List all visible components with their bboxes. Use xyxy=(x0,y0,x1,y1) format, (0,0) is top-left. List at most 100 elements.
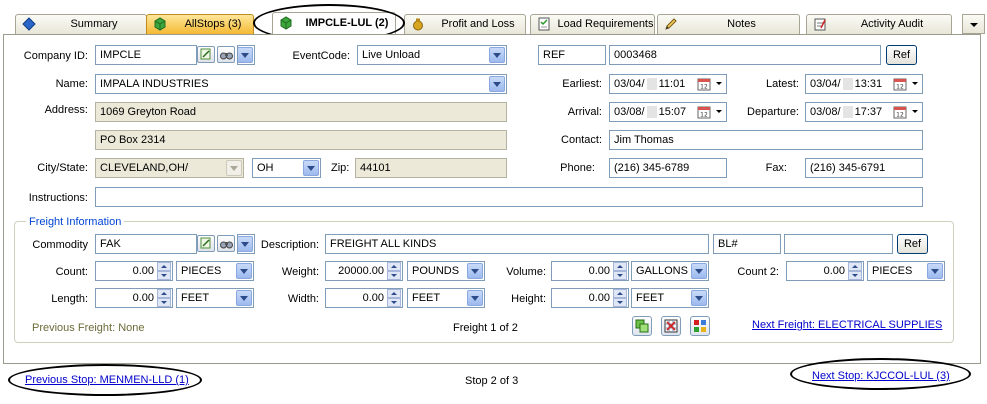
company-edit-button[interactable] xyxy=(197,46,215,63)
redacted-year xyxy=(646,106,657,119)
width-unit-select[interactable]: FEET xyxy=(407,288,485,308)
bl-type-field[interactable]: BL# xyxy=(713,234,781,254)
tab-label: Summary xyxy=(70,18,118,30)
chevron-down-icon[interactable] xyxy=(715,108,723,114)
tab-activity-audit[interactable]: Activity Audit xyxy=(806,14,952,34)
address-label: Address: xyxy=(44,104,88,116)
calendar-icon[interactable]: 12 xyxy=(697,77,712,91)
spin-up-icon[interactable] xyxy=(613,289,627,298)
arrival-label: Arrival: xyxy=(567,106,602,118)
city-state-value: CLEVELAND,OH/ xyxy=(100,162,189,174)
ref-button[interactable]: Ref xyxy=(886,45,917,65)
edit-note-icon xyxy=(200,48,211,60)
weight-label: Weight: xyxy=(281,266,319,278)
spin-down-icon[interactable] xyxy=(848,271,862,280)
next-freight-link[interactable]: Next Freight: ELECTRICAL SUPPLIES xyxy=(752,319,942,331)
count-field[interactable]: 0.00 xyxy=(95,261,173,281)
zip-field: 44101 xyxy=(355,158,507,178)
spin-up-icon[interactable] xyxy=(613,262,627,271)
chevron-down-icon[interactable] xyxy=(911,80,919,86)
money-bag-icon xyxy=(413,18,423,31)
commodity-dropdown[interactable] xyxy=(237,234,255,254)
tab-profit-and-loss[interactable]: Profit and Loss xyxy=(404,14,526,34)
spin-down-icon[interactable] xyxy=(613,298,627,307)
chevron-down-icon[interactable] xyxy=(911,108,919,114)
tab-allstops[interactable]: AllStops (3) xyxy=(146,14,254,34)
instructions-field[interactable] xyxy=(95,187,923,207)
calendar-icon[interactable]: 12 xyxy=(893,105,908,119)
spin-up-icon[interactable] xyxy=(157,262,171,271)
calendar-icon[interactable]: 12 xyxy=(697,105,712,119)
volume-unit-select[interactable]: GALLONS xyxy=(631,261,709,281)
count2-unit-select[interactable]: PIECES xyxy=(867,261,945,281)
count-unit-select[interactable]: PIECES xyxy=(176,261,254,281)
highlight-ellipse-previous-stop xyxy=(8,364,202,396)
tab-overflow-menu-button[interactable] xyxy=(962,14,985,34)
spin-up-icon[interactable] xyxy=(387,289,401,298)
spin-down-icon[interactable] xyxy=(387,298,401,307)
freight-grid-button[interactable] xyxy=(690,316,710,336)
chevron-down-icon xyxy=(238,236,253,252)
phone-field[interactable]: (216) 345-6789 xyxy=(609,158,727,178)
company-id-field[interactable]: IMPCLE xyxy=(95,45,197,65)
copy-freight-button[interactable] xyxy=(632,316,652,336)
tab-load-requirements[interactable]: Load Requirements xyxy=(530,14,655,34)
spin-down-icon[interactable] xyxy=(157,271,171,280)
contact-field[interactable]: Jim Thomas xyxy=(609,130,923,150)
chevron-down-icon xyxy=(236,263,252,279)
weight-field[interactable]: 20000.00 xyxy=(325,261,403,281)
freight-ref-button[interactable]: Ref xyxy=(897,234,928,254)
description-field[interactable]: FREIGHT ALL KINDS xyxy=(325,234,709,254)
length-unit-select[interactable]: FEET xyxy=(176,288,254,308)
phone-label: Phone: xyxy=(560,162,595,174)
earliest-label: Earliest: xyxy=(562,78,602,90)
company-id-dropdown[interactable] xyxy=(237,45,255,65)
tab-label: Profit and Loss xyxy=(441,18,515,30)
state-select[interactable]: OH xyxy=(252,158,321,178)
width-field[interactable]: 0.00 xyxy=(325,288,403,308)
chevron-down-icon xyxy=(691,263,707,279)
latest-time: 13:31 xyxy=(854,78,883,90)
commodity-lookup-button[interactable] xyxy=(217,235,235,252)
svg-text:12: 12 xyxy=(700,112,708,119)
svg-text:12: 12 xyxy=(896,112,904,119)
height-unit-select[interactable]: FEET xyxy=(631,288,709,308)
calendar-icon[interactable]: 12 xyxy=(893,77,908,91)
event-code-value: Live Unload xyxy=(362,49,421,61)
commodity-field[interactable]: FAK xyxy=(95,234,197,254)
spin-down-icon[interactable] xyxy=(387,271,401,280)
ref-number-field[interactable]: 0003468 xyxy=(609,45,881,65)
redacted-year xyxy=(842,106,853,119)
chevron-down-icon[interactable] xyxy=(715,80,723,86)
redacted-year xyxy=(842,78,853,91)
bl-number-field[interactable] xyxy=(784,234,893,254)
spin-up-icon[interactable] xyxy=(387,262,401,271)
height-field[interactable]: 0.00 xyxy=(551,288,629,308)
stop-position-text: Stop 2 of 3 xyxy=(465,375,519,387)
event-code-select[interactable]: Live Unload xyxy=(357,45,507,65)
weight-unit-select[interactable]: POUNDS xyxy=(407,261,485,281)
state-value: OH xyxy=(257,162,274,174)
spin-down-icon[interactable] xyxy=(157,298,171,307)
length-field[interactable]: 0.00 xyxy=(95,288,173,308)
spin-up-icon[interactable] xyxy=(157,289,171,298)
address-line2-field: PO Box 2314 xyxy=(95,130,507,150)
name-label: Name: xyxy=(55,78,88,90)
commodity-edit-button[interactable] xyxy=(197,235,215,252)
count2-field[interactable]: 0.00 xyxy=(786,261,864,281)
event-code-label: EventCode: xyxy=(292,50,350,62)
chevron-down-icon xyxy=(489,47,505,63)
tab-summary[interactable]: Summary xyxy=(15,14,147,34)
spin-down-icon[interactable] xyxy=(613,271,627,280)
name-select[interactable]: IMPALA INDUSTRIES xyxy=(95,74,507,94)
tab-notes[interactable]: Notes xyxy=(657,14,800,34)
spin-up-icon[interactable] xyxy=(848,262,862,271)
delete-freight-button[interactable] xyxy=(661,316,681,336)
latest-date: 03/04/ xyxy=(810,78,841,90)
company-lookup-button[interactable] xyxy=(217,46,235,63)
fax-field[interactable]: (216) 345-6791 xyxy=(805,158,923,178)
city-state-select: CLEVELAND,OH/ xyxy=(95,158,244,178)
departure-label: Departure: xyxy=(747,106,799,118)
ref-type-field[interactable]: REF xyxy=(538,45,606,65)
volume-field[interactable]: 0.00 xyxy=(551,261,629,281)
